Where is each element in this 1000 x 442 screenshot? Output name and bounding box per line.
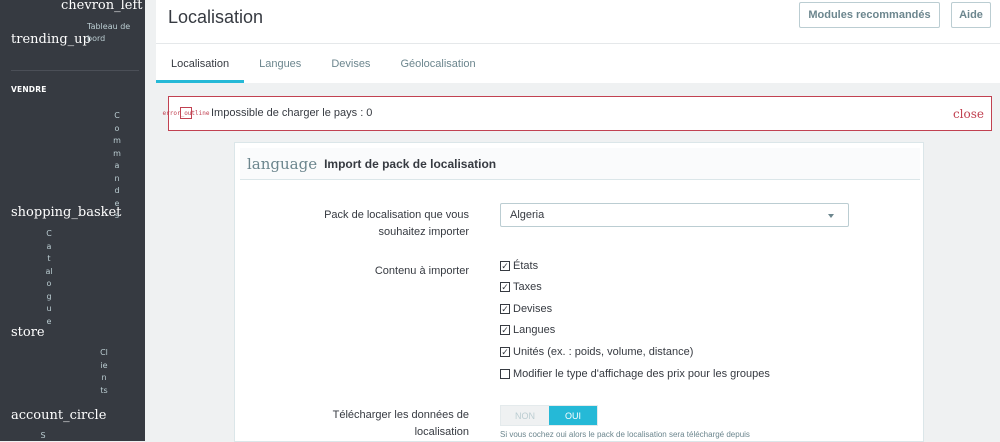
checkbox-currencies[interactable]: ✓ Devises (500, 303, 552, 315)
checkbox-label: États (513, 260, 539, 272)
tab-bar: Localisation Langues Devises Géolocalisa… (156, 43, 1000, 83)
chevron-down-icon (828, 214, 834, 218)
checkbox-checked-icon[interactable]: ✓ (500, 304, 510, 314)
import-pack-card: language Import de pack de localisation … (234, 142, 924, 442)
page-title: Localisation (168, 7, 264, 27)
tab-currencies[interactable]: Devises (316, 44, 385, 83)
store-icon[interactable]: store (11, 325, 45, 340)
checkbox-checked-icon[interactable]: ✓ (500, 347, 510, 357)
account-circle-icon[interactable]: account_circle (11, 408, 106, 423)
error-icon: error_outline (163, 107, 209, 119)
sidebar-divider (11, 70, 139, 71)
checkbox-price-display[interactable]: Modifier le type d'affichage des prix po… (500, 368, 770, 380)
checkbox-unchecked-icon[interactable] (500, 369, 510, 379)
sidebar-item-dashboard[interactable]: Tableau de bord (87, 21, 139, 45)
checkbox-label: Taxes (513, 281, 542, 293)
tab-localization[interactable]: Localisation (156, 44, 245, 83)
sidebar-section-sell: VENDRE (11, 85, 47, 94)
checkbox-label: Langues (513, 324, 556, 336)
download-toggle[interactable]: NON OUI (500, 405, 598, 426)
card-title: Import de pack de localisation (324, 156, 497, 171)
download-label: Télécharger les données de localisation (332, 409, 469, 438)
checkbox-label: Unités (ex. : poids, volume, distance) (513, 346, 694, 358)
sidebar-item-customers[interactable]: Clients (100, 347, 108, 397)
pack-select-value: Algeria (510, 209, 545, 221)
checkbox-label: Modifier le type d'affichage des prix po… (513, 368, 770, 380)
card-header: language Import de pack de localisation (240, 148, 920, 180)
sidebar-item-partial[interactable]: S (39, 430, 47, 441)
trending-up-icon[interactable]: trending_up (11, 32, 91, 47)
alert-message: Impossible de charger le pays : 0 (211, 107, 373, 119)
checkbox-units[interactable]: ✓ Unités (ex. : poids, volume, distance) (500, 346, 693, 358)
help-button[interactable]: Aide (951, 2, 991, 28)
checkbox-states[interactable]: ✓ États (500, 260, 538, 272)
checkbox-checked-icon[interactable]: ✓ (500, 261, 510, 271)
pack-label: Pack de localisation que vous souhaitez … (324, 209, 469, 238)
pack-select[interactable]: Algeria (500, 203, 849, 227)
checkbox-languages[interactable]: ✓ Langues (500, 324, 555, 336)
shopping-basket-icon[interactable]: shopping_basket (11, 205, 121, 220)
checkbox-label: Devises (513, 303, 553, 315)
checkbox-taxes[interactable]: ✓ Taxes (500, 281, 542, 293)
sidebar-gutter (145, 0, 156, 441)
recommended-modules-button[interactable]: Modules recommandés (799, 2, 940, 28)
page-header: Localisation Modules recommandés Aide (156, 0, 1000, 43)
sidebar-item-catalog[interactable]: Catalogue (45, 228, 53, 328)
checkbox-checked-icon[interactable]: ✓ (500, 325, 510, 335)
sidebar: chevron_left trending_up Tableau de bord… (0, 0, 145, 441)
tab-geolocation[interactable]: Géolocalisation (385, 44, 490, 83)
language-icon: language (247, 154, 318, 173)
error-alert: error_outline Impossible de charger le p… (163, 96, 992, 131)
toggle-yes[interactable]: OUI (549, 406, 597, 425)
toggle-no[interactable]: NON (501, 406, 549, 425)
download-help-text: Si vous cochez oui alors le pack de loca… (500, 430, 750, 439)
chevron-left-icon[interactable]: chevron_left (61, 0, 143, 13)
content-label: Contenu à importer (374, 265, 469, 277)
close-icon[interactable]: close (953, 107, 984, 121)
tab-languages[interactable]: Langues (244, 44, 316, 83)
sidebar-item-orders[interactable]: Commandes (113, 110, 121, 223)
checkbox-checked-icon[interactable]: ✓ (500, 282, 510, 292)
